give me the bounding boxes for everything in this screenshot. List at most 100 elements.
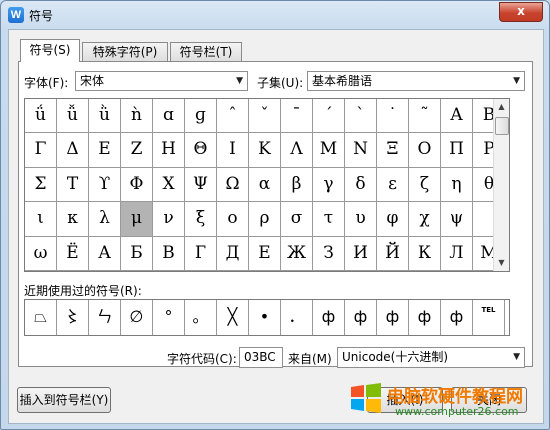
- symbol-cell[interactable]: ω: [25, 236, 57, 271]
- symbol-cell[interactable]: ˇ: [249, 99, 281, 134]
- symbol-cell[interactable]: ˉ: [281, 99, 313, 134]
- symbol-cell[interactable]: ˆ: [217, 99, 249, 134]
- symbol-cell[interactable]: σ: [281, 202, 313, 237]
- scrollbar-thumb[interactable]: [495, 117, 509, 135]
- insert-to-symbol-bar-button[interactable]: 插入到符号栏(Y): [17, 387, 111, 413]
- recent-symbol-cell[interactable]: ф: [377, 300, 409, 335]
- tab-special-characters[interactable]: 特殊字符(P): [82, 42, 168, 61]
- symbol-cell[interactable]: ι: [25, 202, 57, 237]
- symbol-cell[interactable]: Μ: [313, 133, 345, 168]
- symbol-cell[interactable]: ζ: [409, 167, 441, 203]
- symbol-cell[interactable]: ǚ: [57, 99, 89, 134]
- symbol-cell[interactable]: Σ: [25, 167, 57, 203]
- symbol-cell[interactable]: ϒ: [89, 167, 121, 203]
- recent-symbol-cell[interactable]: ф: [313, 300, 345, 335]
- symbol-cell[interactable]: З: [313, 236, 345, 271]
- tab-symbols[interactable]: 符号(S): [20, 39, 80, 62]
- symbol-cell[interactable]: ξ: [185, 202, 217, 237]
- scroll-up-arrow-icon[interactable]: ▲: [494, 99, 509, 115]
- scroll-down-arrow-icon[interactable]: ▼: [494, 255, 509, 271]
- insert-button[interactable]: 插入(I): [367, 387, 443, 413]
- symbol-cell[interactable]: υ: [345, 202, 377, 237]
- symbol-cell[interactable]: φ: [377, 202, 409, 237]
- recent-symbol-cell[interactable]: 。: [185, 300, 217, 335]
- symbol-grid-scrollbar[interactable]: ▲ ▼: [493, 99, 509, 271]
- symbol-cell[interactable]: Ω: [217, 167, 249, 203]
- symbol-cell[interactable]: Ι: [217, 133, 249, 168]
- symbol-cell[interactable]: ψ: [441, 202, 473, 237]
- close-window-button[interactable]: x: [499, 2, 543, 22]
- symbol-cell[interactable]: Θ: [185, 133, 217, 168]
- symbol-cell[interactable]: ο: [217, 202, 249, 237]
- tab-symbol-bar[interactable]: 符号栏(T): [170, 42, 242, 61]
- symbol-cell[interactable]: δ: [345, 167, 377, 203]
- recent-symbol-cell[interactable]: °: [153, 300, 185, 335]
- symbol-cell[interactable]: Η: [153, 133, 185, 168]
- symbol-cell[interactable]: Φ: [121, 167, 153, 203]
- recent-symbol-cell[interactable]: ╳: [217, 300, 249, 335]
- symbol-cell[interactable]: Τ: [57, 167, 89, 203]
- recent-symbol-cell[interactable]: 〻: [57, 300, 89, 335]
- symbol-cell[interactable]: μ: [121, 202, 153, 237]
- symbol-cell[interactable]: К: [409, 236, 441, 271]
- symbol-cell[interactable]: κ: [57, 202, 89, 237]
- close-button[interactable]: 关闭: [451, 387, 527, 413]
- symbol-cell[interactable]: χ: [409, 202, 441, 237]
- symbol-cell[interactable]: α: [249, 167, 281, 203]
- recent-symbol-cell[interactable]: ф: [409, 300, 441, 335]
- symbol-cell[interactable]: η: [441, 167, 473, 203]
- symbol-cell[interactable]: А: [89, 236, 121, 271]
- symbol-cell[interactable]: ˜: [409, 99, 441, 134]
- recent-symbol-cell[interactable]: TEL: [473, 300, 505, 335]
- symbol-cell[interactable]: Ν: [345, 133, 377, 168]
- symbol-cell[interactable]: ν: [153, 202, 185, 237]
- symbol-cell[interactable]: ρ: [249, 202, 281, 237]
- symbol-cell[interactable]: Χ: [153, 167, 185, 203]
- font-select[interactable]: 宋体 ▼: [75, 71, 248, 91]
- symbol-cell[interactable]: Ψ: [185, 167, 217, 203]
- symbol-cell[interactable]: Д: [217, 236, 249, 271]
- recent-symbol-cell[interactable]: ф: [345, 300, 377, 335]
- symbol-cell[interactable]: λ: [89, 202, 121, 237]
- symbol-cell[interactable]: Ж: [281, 236, 313, 271]
- symbol-cell[interactable]: ˊ: [313, 99, 345, 134]
- symbol-cell[interactable]: γ: [313, 167, 345, 203]
- symbol-cell[interactable]: Ё: [57, 236, 89, 271]
- symbol-cell[interactable]: Е: [249, 236, 281, 271]
- symbol-cell[interactable]: ˙: [377, 99, 409, 134]
- recent-symbol-cell[interactable]: ．: [281, 300, 313, 335]
- symbol-cell[interactable]: Б: [121, 236, 153, 271]
- symbol-cell[interactable]: ˋ: [345, 99, 377, 134]
- symbol-cell[interactable]: Ξ: [377, 133, 409, 168]
- symbol-cell[interactable]: Л: [441, 236, 473, 271]
- symbol-cell[interactable]: Κ: [249, 133, 281, 168]
- recent-symbol-cell[interactable]: ㄣ: [89, 300, 121, 335]
- title-bar[interactable]: W 符号 x: [1, 1, 549, 29]
- symbol-cell[interactable]: Ζ: [121, 133, 153, 168]
- symbol-cell[interactable]: Δ: [57, 133, 89, 168]
- symbol-cell[interactable]: Г: [185, 236, 217, 271]
- symbol-cell[interactable]: И: [345, 236, 377, 271]
- recent-symbol-cell[interactable]: ∅: [121, 300, 153, 335]
- recent-symbols-grid[interactable]: ⏢ 〻ㄣ ∅ °。 ╳ • ． ф ф ф ф ф TEL: [24, 299, 510, 336]
- char-code-input[interactable]: 03BC: [239, 347, 283, 368]
- recent-symbol-cell[interactable]: ф: [441, 300, 473, 335]
- symbol-cell[interactable]: Γ: [25, 133, 57, 168]
- symbol-cell[interactable]: ɡ: [185, 99, 217, 134]
- symbol-cell[interactable]: Α: [441, 99, 473, 134]
- symbol-cell[interactable]: ɑ: [153, 99, 185, 134]
- subset-select[interactable]: 基本希腊语 ▼: [307, 71, 525, 91]
- recent-symbol-cell[interactable]: ⏢: [25, 300, 57, 335]
- symbol-grid[interactable]: ǘ ǚ ǜ ǹ ɑ ɡ ˆ ˇ ˉ ˊ ˋ ˙ ˜ Α Β Γ Δ Ε Ζ Η Θ Ι Κ Λ Μ Ν Ξ Ο Π Ρ Σ Τ ϒ Φ Χ Ψ Ωα β γ…: [24, 98, 510, 272]
- symbol-cell[interactable]: Й: [377, 236, 409, 271]
- symbol-cell[interactable]: β: [281, 167, 313, 203]
- symbol-cell[interactable]: Ο: [409, 133, 441, 168]
- symbol-cell[interactable]: τ: [313, 202, 345, 237]
- recent-symbol-cell[interactable]: •: [249, 300, 281, 335]
- symbol-cell[interactable]: ǘ: [25, 99, 57, 134]
- symbol-cell[interactable]: Λ: [281, 133, 313, 168]
- symbol-cell[interactable]: ε: [377, 167, 409, 203]
- symbol-cell[interactable]: ǜ: [89, 99, 121, 134]
- symbol-cell[interactable]: ǹ: [121, 99, 153, 134]
- symbol-cell[interactable]: В: [153, 236, 185, 271]
